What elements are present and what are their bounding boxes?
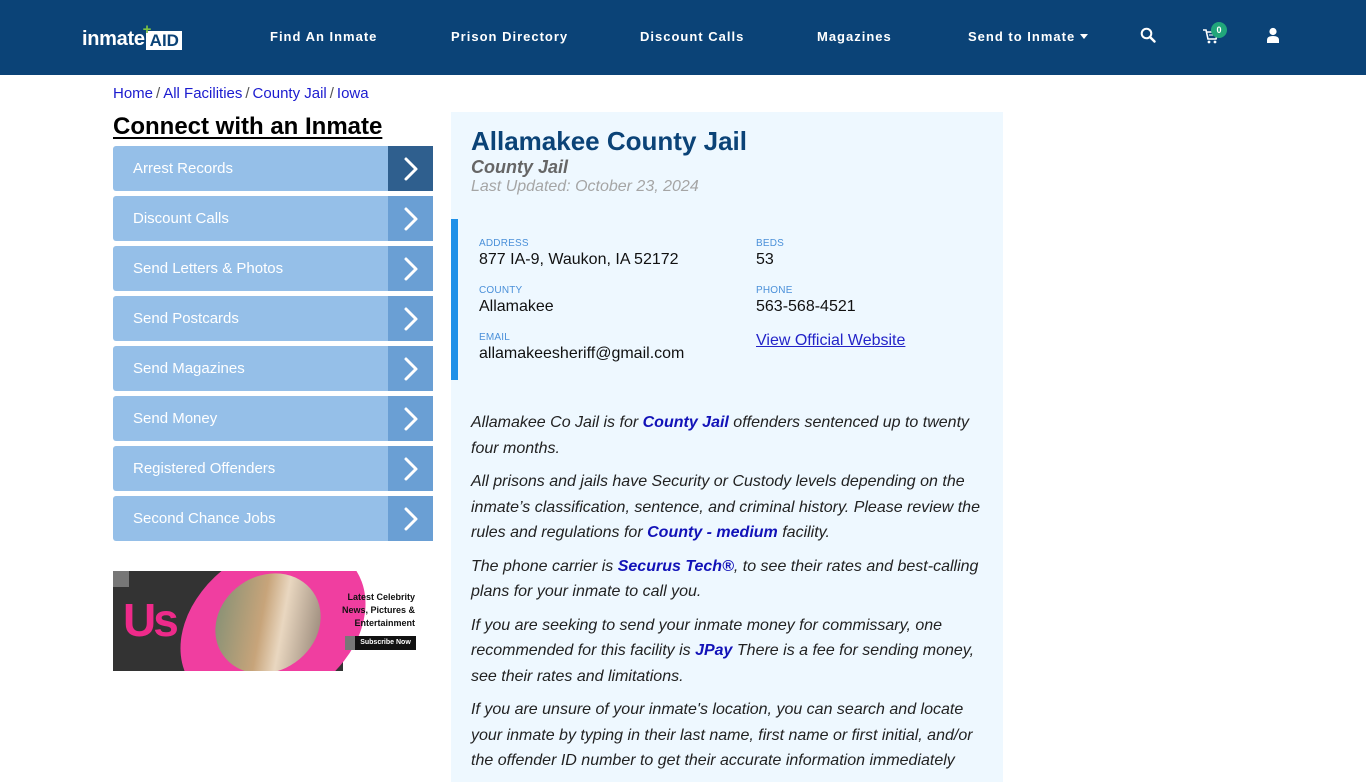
- phone-value: 563-568-4521: [756, 298, 856, 315]
- email-value: allamakeesheriff@gmail.com: [479, 345, 685, 362]
- menu-item-discount-calls[interactable]: Discount Calls: [113, 196, 433, 241]
- ad-tagline-line: Entertainment: [354, 618, 415, 628]
- description-text: If you are unsure of your inmate's locat…: [471, 701, 973, 769]
- description-text: facility.: [777, 524, 830, 541]
- menu-item-label: Send Letters & Photos: [133, 260, 284, 277]
- facility-card: Allamakee County Jail County Jail Last U…: [451, 112, 1003, 782]
- menu-item-label: Send Money: [133, 410, 218, 427]
- nav-magazines[interactable]: Magazines: [817, 29, 892, 44]
- website-field: View Official Website: [756, 332, 905, 350]
- chevron-right-icon: [388, 296, 433, 341]
- county-label: COUNTY: [479, 285, 523, 296]
- beds-value: 53: [756, 251, 774, 268]
- jpay-link[interactable]: JPay: [695, 642, 732, 659]
- ad-brand-logo: Us: [123, 594, 179, 646]
- address-value: 877 IA-9, Waukon, IA 52172: [479, 251, 679, 268]
- chevron-right-icon: [388, 196, 433, 241]
- menu-item-label: Arrest Records: [133, 160, 234, 177]
- menu-item-label: Second Chance Jobs: [133, 510, 276, 527]
- address-field: ADDRESS 877 IA-9, Waukon, IA 52172: [479, 238, 679, 269]
- description-paragraph: All prisons and jails have Security or C…: [471, 469, 986, 546]
- user-icon[interactable]: [1265, 27, 1283, 45]
- email-label: EMAIL: [479, 332, 511, 343]
- caret-down-icon: [1080, 34, 1089, 39]
- search-icon[interactable]: [1140, 27, 1158, 45]
- menu-item-send-letters-photos[interactable]: Send Letters & Photos: [113, 246, 433, 291]
- description-text: Allamakee Co Jail is for: [471, 414, 643, 431]
- chevron-right-icon: [388, 146, 433, 191]
- beds-label: BEDS: [756, 238, 785, 249]
- description-paragraph: The phone carrier is Securus Tech®, to s…: [471, 554, 986, 605]
- breadcrumb-separator: /: [156, 85, 161, 102]
- breadcrumb-separator: /: [245, 85, 250, 102]
- connect-with-inmate-heading: Connect with an Inmate: [113, 113, 383, 140]
- facility-type: County Jail: [471, 157, 569, 177]
- connect-menu: Arrest Records Discount Calls Send Lette…: [113, 146, 433, 546]
- chevron-right-icon: [388, 346, 433, 391]
- address-label: ADDRESS: [479, 238, 529, 249]
- facility-name: Allamakee County Jail: [471, 126, 747, 156]
- county-field: COUNTY Allamakee: [479, 285, 554, 316]
- breadcrumb-home[interactable]: Home: [113, 85, 153, 102]
- breadcrumb-all-facilities[interactable]: All Facilities: [163, 85, 242, 102]
- facility-info-box: ADDRESS 877 IA-9, Waukon, IA 52172 BEDS …: [451, 219, 1003, 380]
- chevron-right-icon: [388, 246, 433, 291]
- nav-discount-calls[interactable]: Discount Calls: [640, 29, 744, 44]
- chevron-right-icon: [388, 396, 433, 441]
- phone-label: PHONE: [756, 285, 793, 296]
- cart-count-badge: 0: [1211, 22, 1227, 38]
- menu-item-send-money[interactable]: Send Money: [113, 396, 433, 441]
- site-header: inmate + AID Find An Inmate Prison Direc…: [0, 0, 1366, 75]
- menu-item-arrest-records[interactable]: Arrest Records: [113, 146, 433, 191]
- security-level-link[interactable]: County - medium: [647, 524, 778, 541]
- logo-plus-icon: +: [142, 21, 152, 38]
- breadcrumb: Home / All Facilities / County Jail / Iowa: [113, 85, 369, 102]
- menu-item-send-postcards[interactable]: Send Postcards: [113, 296, 433, 341]
- logo-text-inmate: inmate: [82, 28, 145, 50]
- description-text: The phone carrier is: [471, 557, 618, 575]
- inmateaid-logo[interactable]: inmate + AID: [82, 22, 182, 50]
- ad-tagline: Latest Celebrity News, Pictures & Entert…: [342, 591, 415, 630]
- phone-field: PHONE 563-568-4521: [756, 285, 856, 316]
- menu-item-label: Send Postcards: [133, 310, 239, 327]
- logo-text-aid: + AID: [143, 22, 182, 50]
- breadcrumb-county-jail[interactable]: County Jail: [253, 85, 327, 102]
- ad-tagline-line: News, Pictures &: [341, 605, 415, 615]
- ad-tagline-line: Latest Celebrity: [347, 592, 415, 602]
- description-paragraph: If you are seeking to send your inmate m…: [471, 613, 986, 690]
- breadcrumb-iowa[interactable]: Iowa: [337, 85, 369, 102]
- menu-item-registered-offenders[interactable]: Registered Offenders: [113, 446, 433, 491]
- ad-subscribe-button[interactable]: Subscribe Now: [345, 636, 416, 650]
- menu-item-send-magazines[interactable]: Send Magazines: [113, 346, 433, 391]
- us-weekly-ad-banner[interactable]: Us Latest Celebrity News, Pictures & Ent…: [113, 571, 433, 671]
- nav-find-an-inmate[interactable]: Find An Inmate: [270, 29, 377, 44]
- menu-item-label: Discount Calls: [133, 210, 229, 227]
- last-updated: Last Updated: October 23, 2024: [471, 178, 699, 195]
- facility-description: Allamakee Co Jail is for County Jail off…: [471, 410, 986, 782]
- county-jail-link[interactable]: County Jail: [643, 414, 729, 431]
- description-paragraph: If you are unsure of your inmate's locat…: [471, 697, 986, 774]
- breadcrumb-separator: /: [329, 85, 334, 102]
- logo-aid-label: AID: [149, 31, 179, 50]
- menu-item-label: Send Magazines: [133, 360, 245, 377]
- menu-item-second-chance-jobs[interactable]: Second Chance Jobs: [113, 496, 433, 541]
- chevron-right-icon: [388, 446, 433, 491]
- county-value: Allamakee: [479, 298, 554, 315]
- ad-corner-mark: [113, 571, 129, 587]
- beds-field: BEDS 53: [756, 238, 784, 269]
- nav-prison-directory[interactable]: Prison Directory: [451, 29, 568, 44]
- email-field: EMAIL allamakeesheriff@gmail.com: [479, 332, 684, 363]
- menu-item-label: Registered Offenders: [133, 460, 276, 477]
- chevron-right-icon: [388, 496, 433, 541]
- phone-carrier-link[interactable]: Securus Tech®: [618, 558, 734, 575]
- description-paragraph: Allamakee Co Jail is for County Jail off…: [471, 410, 986, 461]
- view-official-website-link[interactable]: View Official Website: [756, 332, 905, 349]
- nav-send-to-inmate[interactable]: Send to Inmate: [968, 29, 1089, 44]
- nav-send-to-inmate-label: Send to Inmate: [968, 29, 1076, 44]
